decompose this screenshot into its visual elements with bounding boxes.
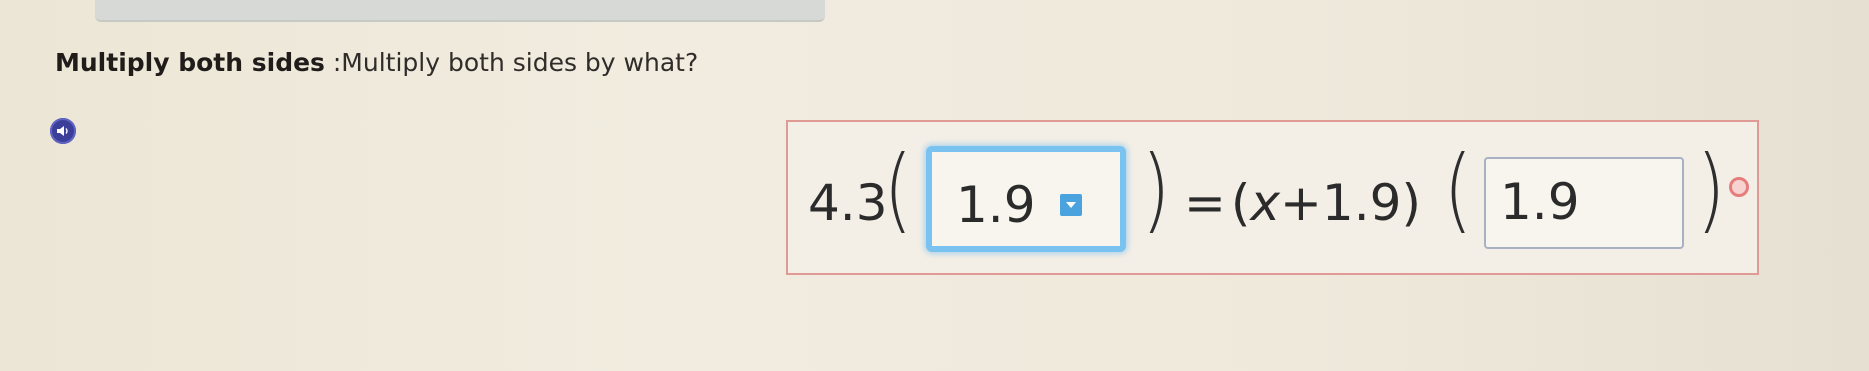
chevron-down-icon	[1066, 202, 1076, 208]
variable-x: x	[1250, 174, 1280, 232]
middle-open-paren: (	[1230, 174, 1251, 232]
top-bar	[95, 0, 825, 22]
instruction-step-label: Multiply both sides	[55, 48, 325, 77]
audio-button[interactable]	[50, 118, 76, 144]
answer-input-2-value: 1.9	[1500, 173, 1580, 231]
open-paren-1: (	[883, 136, 913, 243]
open-paren-2: (	[1443, 136, 1473, 243]
answer-input-2[interactable]: 1.9	[1484, 157, 1684, 249]
instruction-text: Multiply both sides :Multiply both sides…	[55, 48, 698, 77]
instruction-question: :Multiply both sides by what?	[324, 48, 699, 77]
close-paren-1: )	[1141, 136, 1171, 243]
status-indicator-icon	[1729, 177, 1749, 197]
middle-close-paren: )	[1401, 174, 1421, 232]
answer-input-1[interactable]: 1.9	[926, 146, 1126, 252]
equation-middle: = (x+1.9)	[1184, 174, 1421, 232]
close-paren-2: )	[1696, 136, 1726, 243]
equation-coefficient: 4.3	[808, 174, 888, 232]
answer-input-1-value: 1.9	[956, 176, 1036, 234]
plus-sign: +	[1280, 174, 1322, 232]
middle-constant: 1.9	[1321, 174, 1402, 232]
dropdown-toggle[interactable]	[1060, 194, 1082, 216]
speaker-icon	[57, 126, 68, 136]
equation-container: 4.3 ( 1.9 ) = (x+1.9) ( 1.9 )	[786, 120, 1759, 275]
equals-sign: =	[1184, 174, 1226, 232]
